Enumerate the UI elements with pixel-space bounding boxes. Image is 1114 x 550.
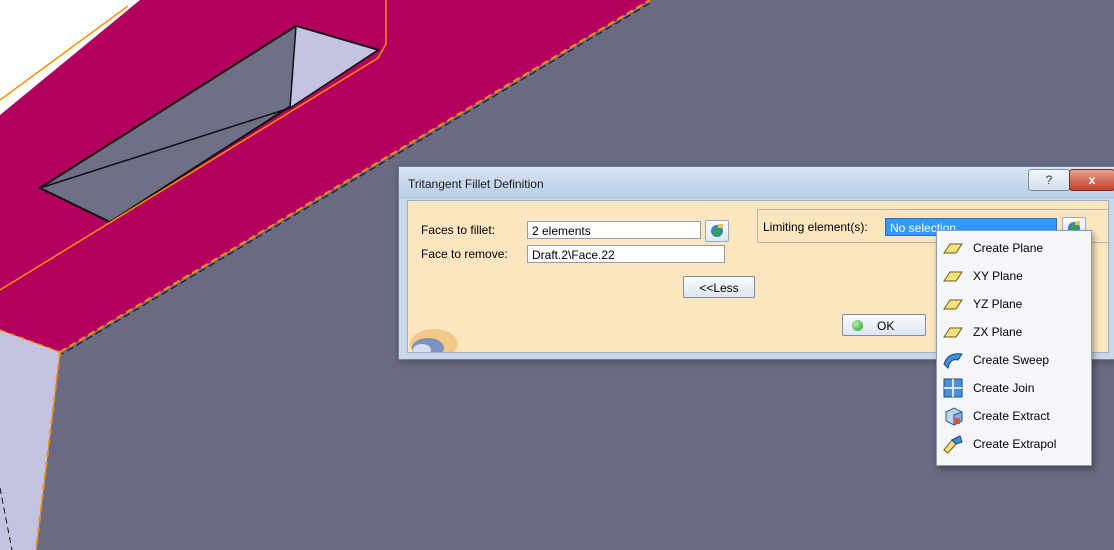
plane-icon (943, 271, 963, 282)
sweep-icon (943, 353, 963, 370)
menu-item-label: ZX Plane (973, 325, 1023, 339)
less-button[interactable]: <<Less (683, 276, 755, 298)
menu-item-xy-plane[interactable]: XY Plane (939, 263, 1089, 290)
extrapol-icon (943, 435, 963, 454)
plane-icon (943, 299, 963, 310)
faces-to-fillet-field[interactable]: 2 elements (527, 221, 701, 239)
create-context-menu: Create Plane XY Plane YZ Plane ZX Plane … (936, 230, 1092, 466)
help-button[interactable]: ? (1028, 169, 1070, 191)
extract-icon (945, 407, 963, 426)
menu-item-yz-plane[interactable]: YZ Plane (939, 291, 1089, 318)
menu-item-label: Create Sweep (973, 353, 1050, 367)
dialog-titlebar[interactable]: Tritangent Fillet Definition ? x (399, 167, 1114, 199)
close-button[interactable]: x (1069, 169, 1114, 191)
menu-item-label: XY Plane (973, 269, 1023, 283)
menu-item-create-sweep[interactable]: Create Sweep (939, 347, 1089, 374)
face-to-remove-label: Face to remove: (421, 247, 508, 261)
menu-item-label: Create Join (973, 381, 1035, 395)
menu-item-label: Create Plane (973, 241, 1044, 255)
join-icon (943, 378, 963, 398)
faces-to-fillet-list-button[interactable] (705, 220, 729, 242)
menu-item-zx-plane[interactable]: ZX Plane (939, 319, 1089, 346)
ok-check-icon (852, 320, 863, 331)
menu-item-create-join[interactable]: Create Join (939, 375, 1089, 402)
menu-item-create-extrapol[interactable]: Create Extrapol (939, 431, 1089, 458)
plane-icon (943, 243, 963, 254)
faces-to-fillet-label: Faces to fillet: (421, 223, 496, 237)
menu-item-label: YZ Plane (973, 297, 1023, 311)
menu-item-label: Create Extract (973, 409, 1050, 423)
plane-icon (943, 327, 963, 338)
ok-button-label: OK (877, 319, 895, 333)
menu-item-label: Create Extrapol (973, 437, 1057, 451)
list-selection-icon (711, 224, 723, 237)
decorative-planet-icon (410, 329, 458, 352)
ok-button[interactable]: OK (842, 314, 926, 336)
dialog-title: Tritangent Fillet Definition (408, 177, 544, 191)
limiting-elements-label: Limiting element(s): (763, 220, 868, 234)
face-to-remove-field[interactable]: Draft.2\Face.22 (527, 245, 725, 263)
menu-item-create-extract[interactable]: Create Extract (939, 403, 1089, 430)
menu-item-create-plane[interactable]: Create Plane (939, 235, 1089, 262)
